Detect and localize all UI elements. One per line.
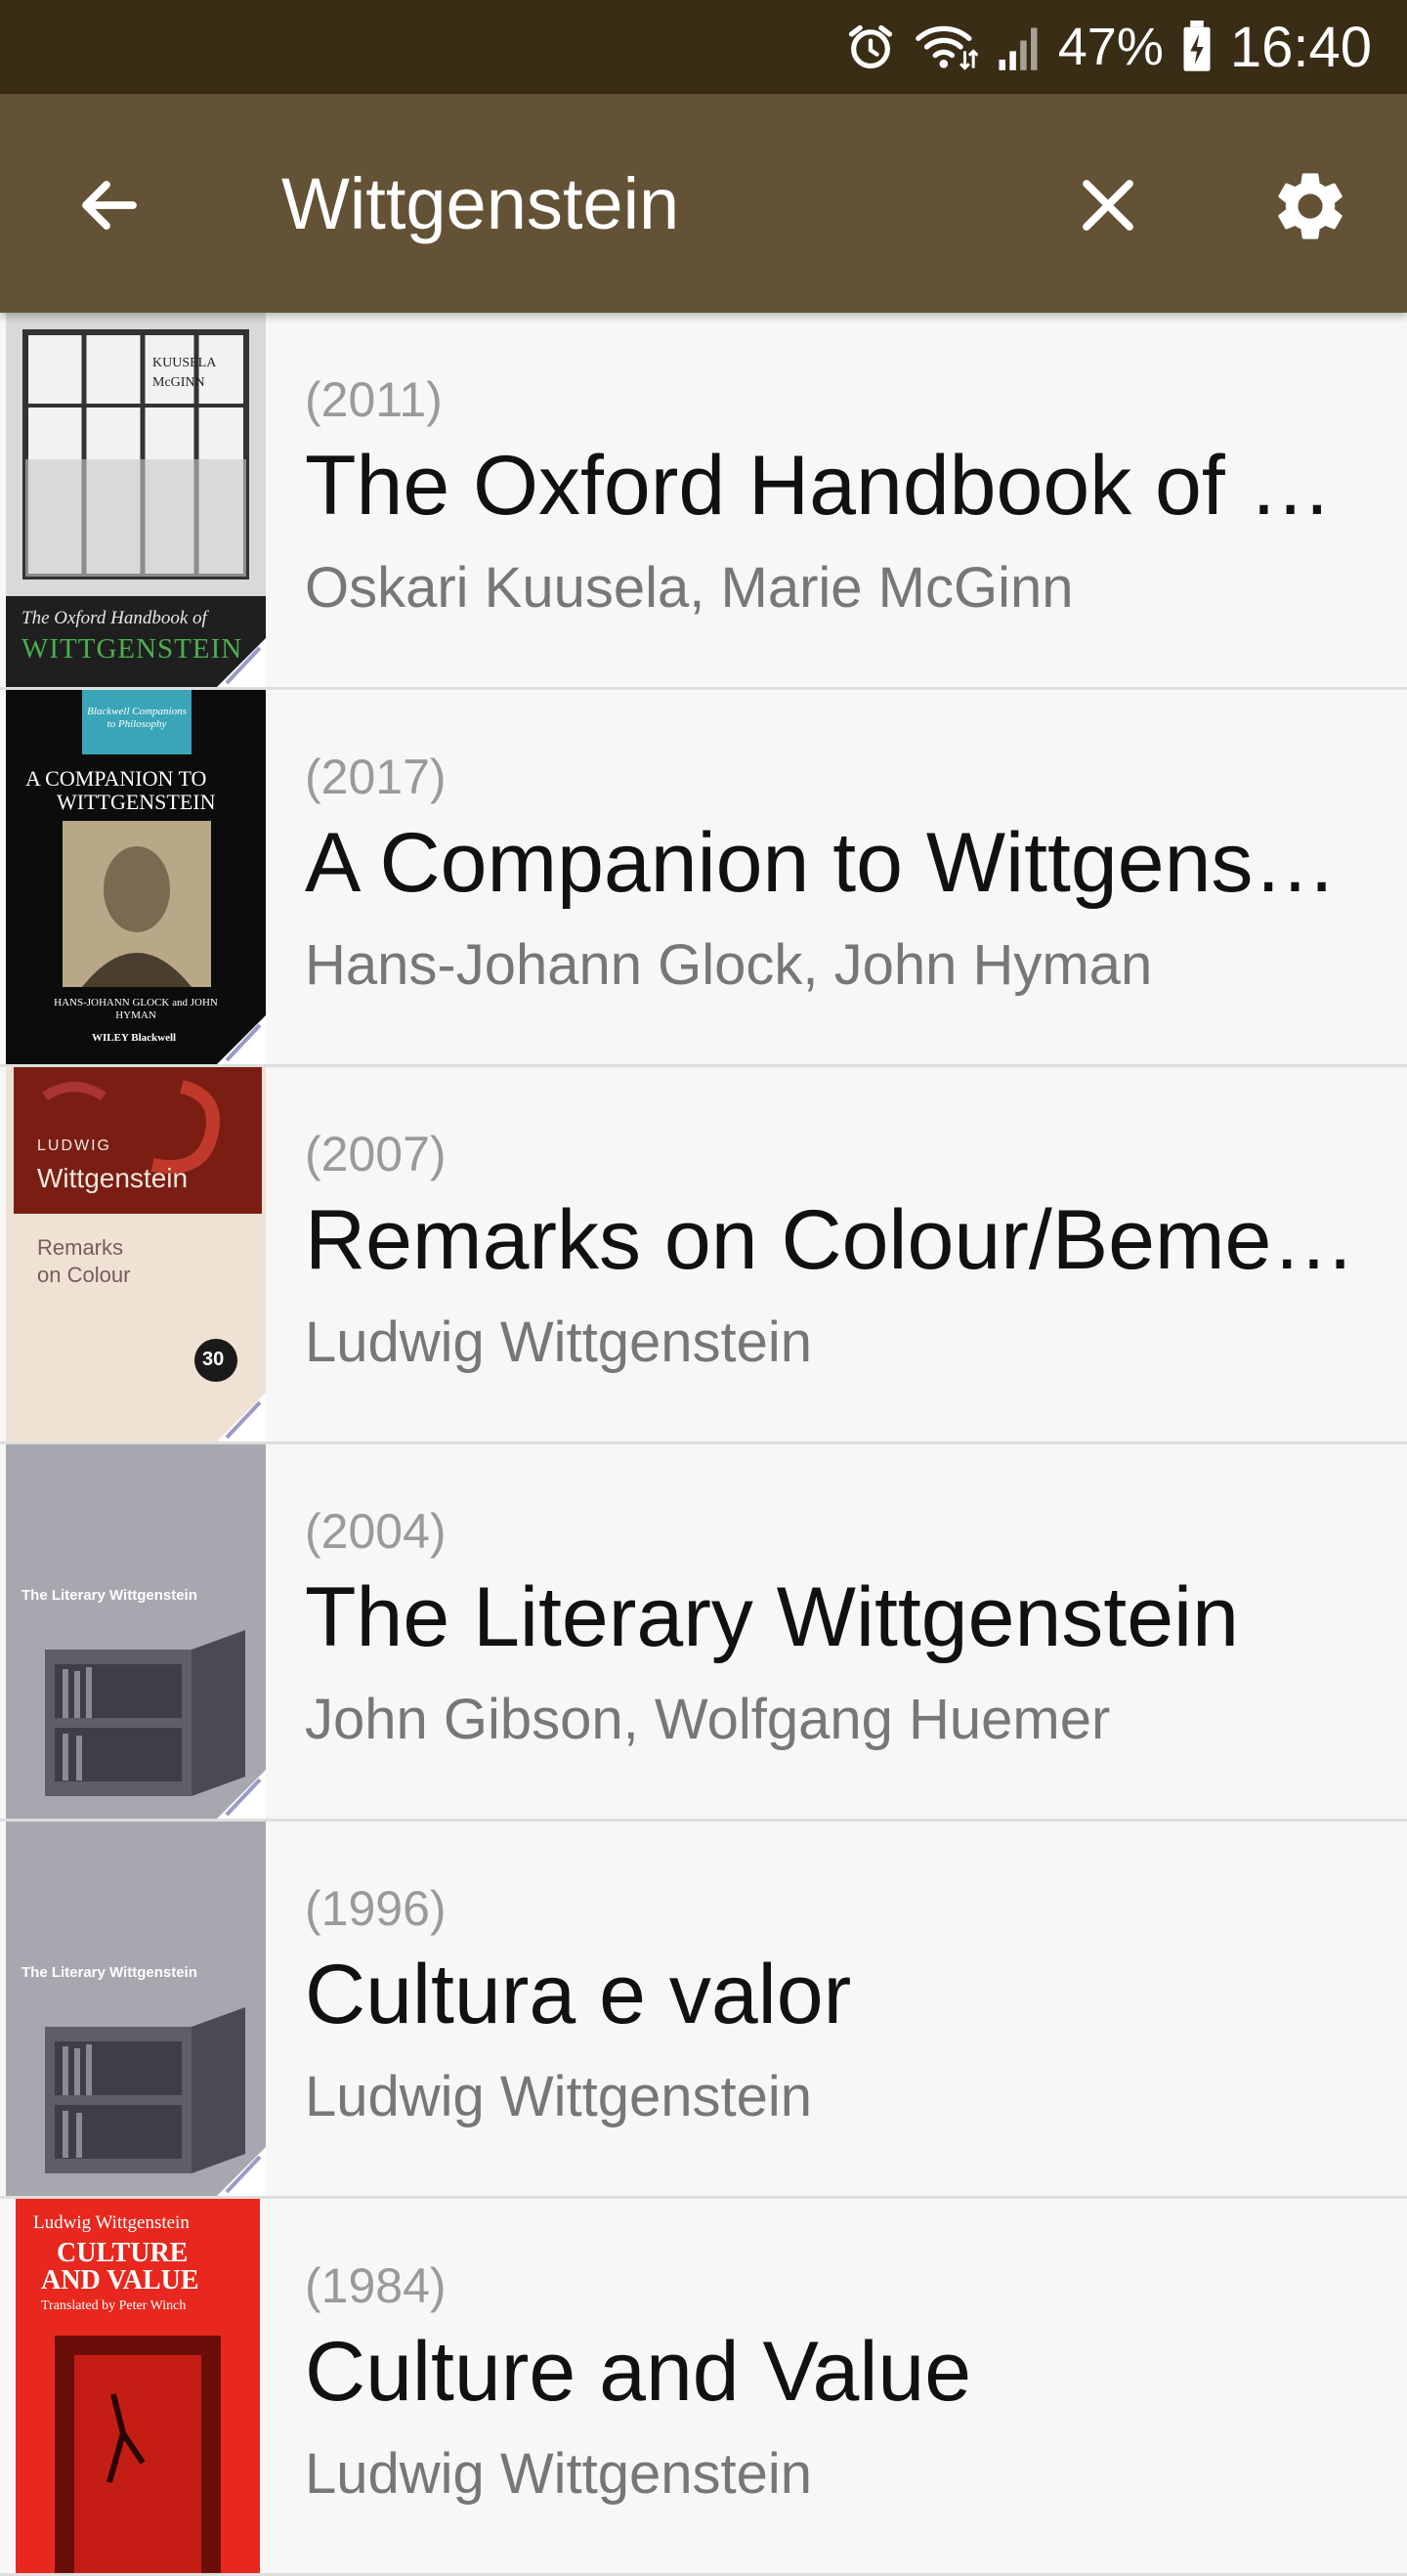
cover-art-bookcase [6,1822,266,2196]
result-year: (2007) [305,1127,447,1181]
result-authors: Ludwig Wittgenstein [305,2442,813,2506]
cover-text: Blackwell Companions to Philosophy [87,706,187,730]
check-icon [217,1393,266,1441]
cover-text: WILEY Blackwell [92,1032,177,1044]
cover-text: The Literary Wittgenstein [21,1587,197,1604]
book-cover: The Literary Wittgenstein [6,1444,266,1819]
cover-badge: 30 [202,1349,225,1370]
settings-button[interactable] [1266,162,1354,250]
cover-text: WITTGENSTEIN [21,633,243,665]
clear-icon [1083,180,1133,231]
cover-text: Wittgenstein [37,1163,189,1193]
clear-search-button[interactable] [1067,164,1149,246]
cover-text: LUDWIG [37,1138,111,1154]
cover-text: McGINN [152,375,205,390]
result-authors: John Gibson, Wolfgang Huemer [305,1688,1111,1751]
alarm-icon [845,21,896,72]
cover-text: Ludwig Wittgenstein [33,2212,190,2233]
cover-text: HANS-JOHANN GLOCK and JOHN HYMAN [54,997,218,1021]
result-title: The Oxford Handbook of … [305,439,1333,533]
cover-text: The Literary Wittgenstein [21,1964,197,1981]
book-cover: The Literary Wittgenstein [6,1822,266,2196]
book-cover: Blackwell Companions to Philosophy A COM… [6,690,266,1064]
cover-text: Translated by Peter Winch [41,2298,187,2313]
result-authors: Hans-Johann Glock, John Hyman [305,933,1153,997]
cover-art-window [6,313,266,687]
battery-icon [1181,21,1213,73]
cover-text: KUUSELA [152,356,217,370]
battery-percent: 47% [1057,18,1164,76]
result-item[interactable]: KUUSELA McGINN The Oxford Handbook of WI… [0,313,1407,690]
check-icon [217,1015,266,1064]
settings-icon [1278,173,1343,239]
result-year: (1996) [305,1881,447,1936]
status-icons: 47% 16:40 [845,0,1372,94]
cover-text: AND VALUE [41,2265,199,2296]
book-cover: KUUSELA McGINN The Oxford Handbook of WI… [6,313,266,687]
result-title: The Literary Wittgenstein [305,1570,1239,1664]
result-title: Remarks on Colour/Beme… [305,1193,1356,1287]
search-results-list: KUUSELA McGINN The Oxford Handbook of WI… [0,313,1407,2576]
cover-text: on Colour [37,1263,131,1287]
book-cover: LUDWIG Wittgenstein Remarks on Colour 30 [6,1067,266,1441]
result-item[interactable]: Ludwig Wittgenstein CULTURE AND VALUE Tr… [0,2199,1407,2576]
clock: 16:40 [1229,15,1372,79]
result-year: (2004) [305,1504,447,1559]
cover-text: The Oxford Handbook of [21,608,207,628]
signal-icon [996,21,1041,72]
result-title: Culture and Value [305,2325,972,2419]
result-item[interactable]: Blackwell Companions to Philosophy A COM… [0,690,1407,1067]
wifi-icon [914,21,978,72]
result-year: (2017) [305,750,447,804]
result-item[interactable]: LUDWIG Wittgenstein Remarks on Colour 30… [0,1067,1407,1444]
cover-text: A COMPANION TO [25,766,207,791]
result-title: Cultura e valor [305,1948,852,2041]
result-item[interactable]: The Literary Wittgenstein (2004) The Lit… [0,1444,1407,1822]
back-arrow-icon [82,181,137,230]
result-authors: Oskari Kuusela, Marie McGinn [305,556,1074,620]
result-authors: Ludwig Wittgenstein [305,1310,813,1374]
check-icon [217,2147,266,2196]
cover-text: WITTGENSTEIN [57,790,216,814]
result-item[interactable]: The Literary Wittgenstein (1996) Cultura… [0,1822,1407,2199]
cover-art-bookcase [6,1444,266,1819]
result-authors: Ludwig Wittgenstein [305,2065,813,2128]
back-button[interactable] [68,164,150,246]
check-icon [217,1770,266,1819]
result-year: (1984) [305,2258,447,2313]
cover-text: Remarks [37,1235,124,1260]
search-input[interactable] [281,149,1024,258]
result-year: (2011) [305,372,443,427]
app-bar [0,94,1407,313]
status-bar: 47% 16:40 [0,0,1407,94]
book-cover: Ludwig Wittgenstein CULTURE AND VALUE Tr… [6,2199,266,2573]
check-icon [217,638,266,687]
result-title: A Companion to Wittgenst… [305,816,1360,910]
cover-portrait [63,821,211,987]
